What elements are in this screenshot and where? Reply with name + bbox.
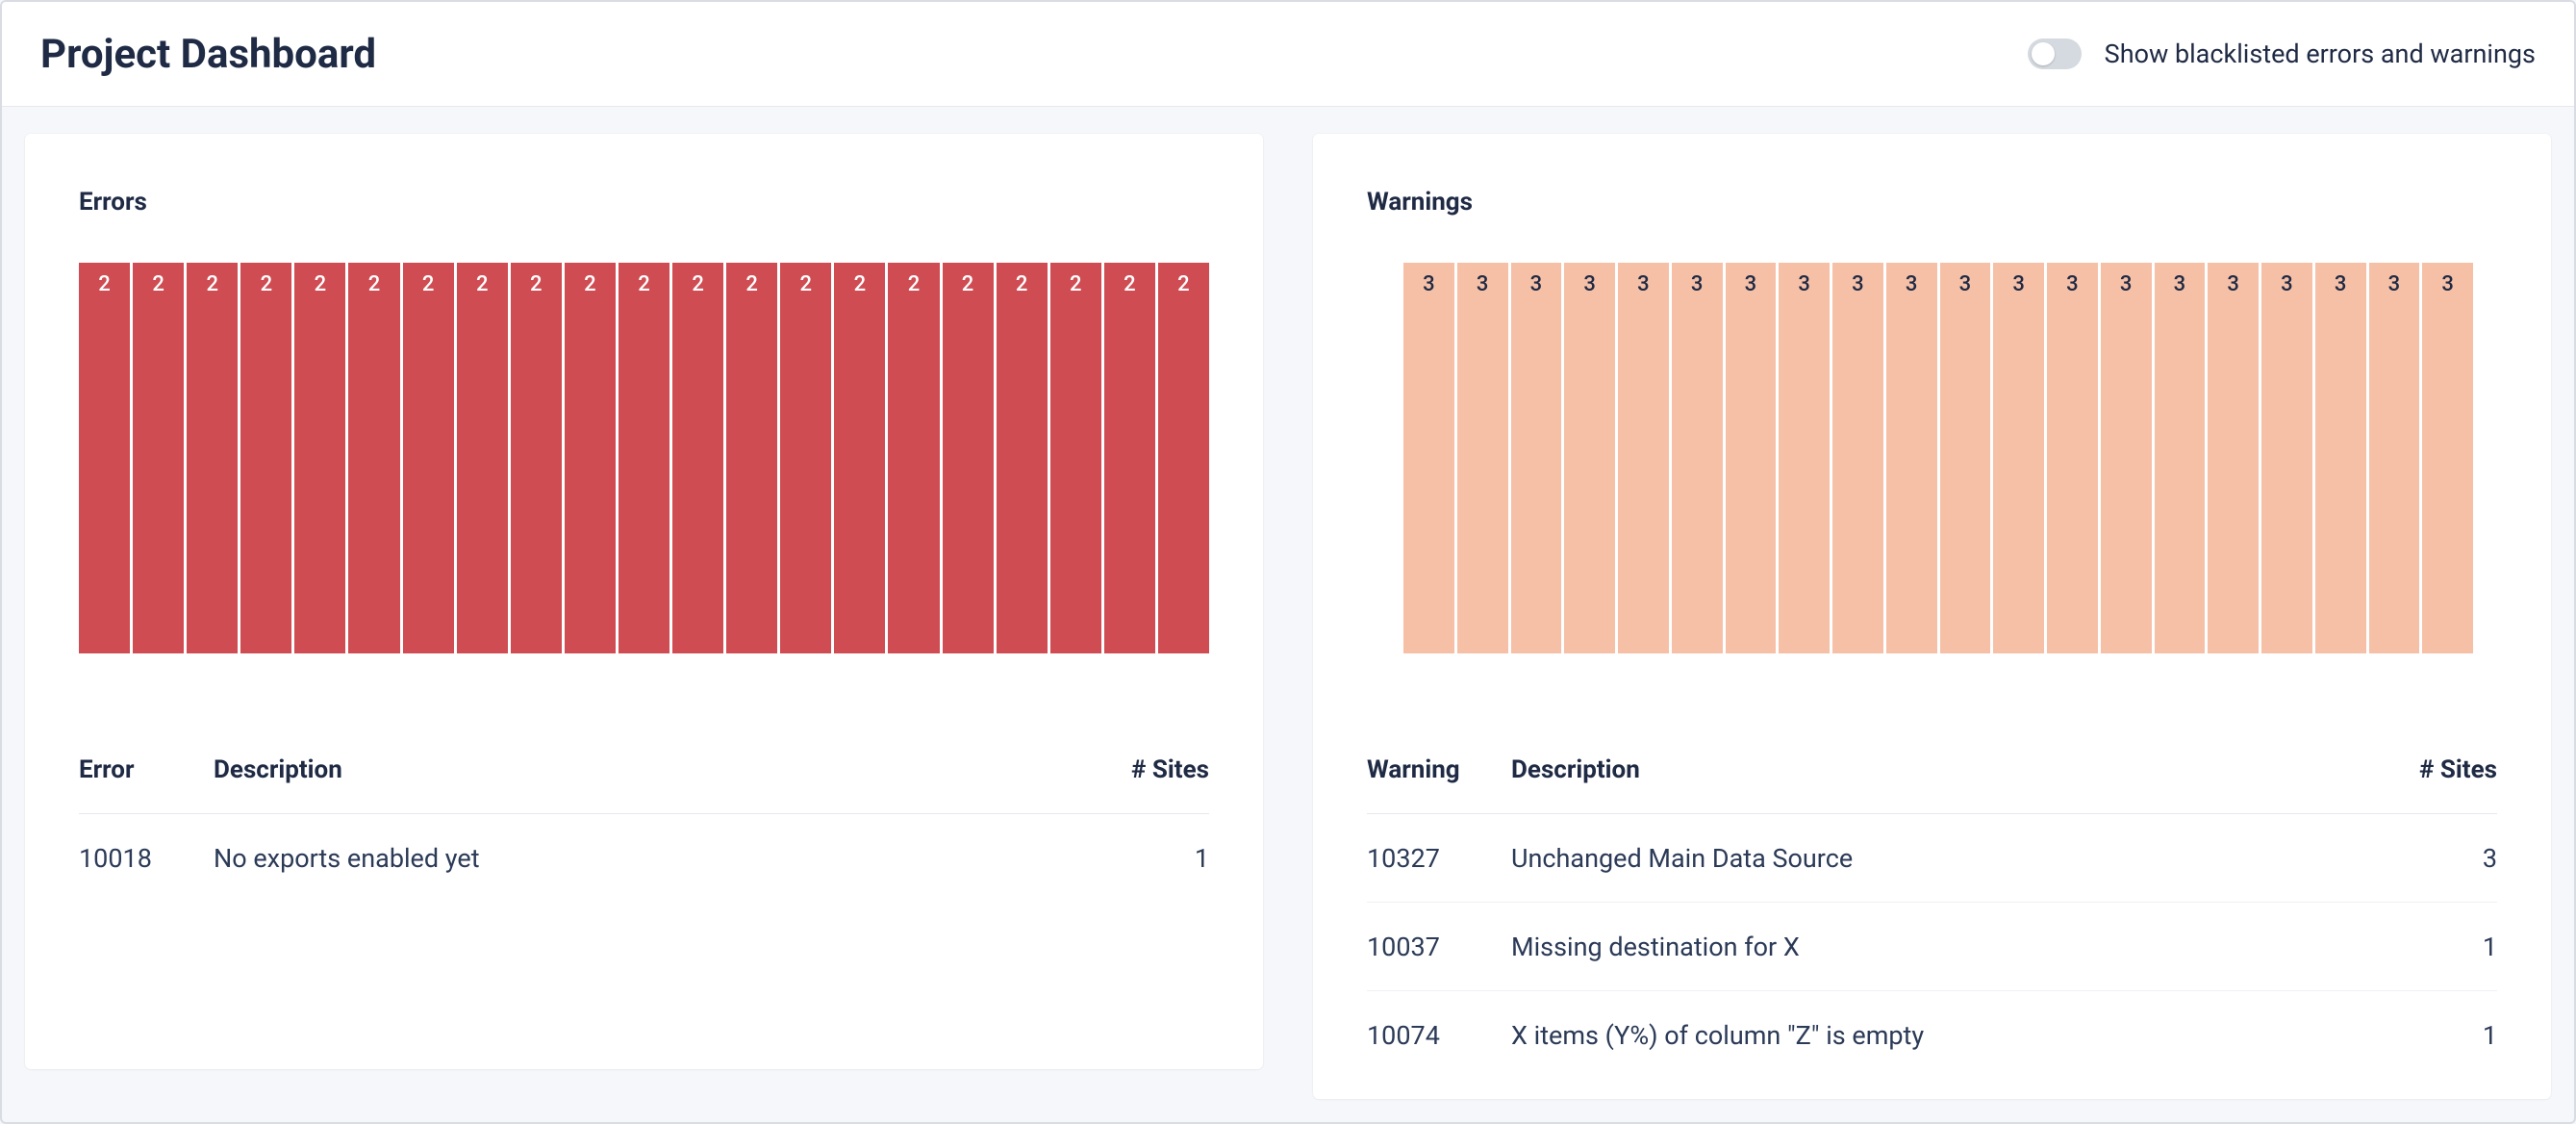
warnings-chart-bar[interactable]: 3 [1564,263,1615,653]
warning-description: X items (Y%) of column "Z" is empty [1511,1020,2362,1051]
errors-chart-bar[interactable]: 2 [1104,263,1155,653]
warnings-chart-bar[interactable]: 3 [1726,263,1777,653]
table-row[interactable]: 10037Missing destination for X1 [1367,903,2497,991]
errors-chart-bar[interactable]: 2 [888,263,939,653]
warnings-chart-bar[interactable]: 3 [2208,263,2259,653]
errors-chart-bar[interactable]: 2 [997,263,1048,653]
errors-chart-bar[interactable]: 2 [834,263,885,653]
errors-chart-bar[interactable]: 2 [294,263,345,653]
warnings-chart-bar[interactable]: 3 [2369,263,2420,653]
warnings-chart-bar[interactable]: 3 [1457,263,1508,653]
error-id: 10018 [79,843,214,874]
errors-chart-bar[interactable]: 2 [348,263,399,653]
errors-chart-bar[interactable]: 2 [780,263,831,653]
warnings-chart-bar[interactable]: 3 [1672,263,1723,653]
warning-sites: 1 [2362,1020,2497,1051]
col-header-error-desc: Description [214,755,1074,784]
errors-chart-bar[interactable]: 2 [457,263,508,653]
warnings-table: Warning Description # Sites 10327Unchang… [1367,755,2497,1080]
warnings-chart-bar[interactable]: 3 [1886,263,1937,653]
warnings-chart-bar[interactable]: 3 [1779,263,1830,653]
col-header-warning-desc: Description [1511,755,2362,784]
blacklist-toggle[interactable] [2028,38,2082,69]
dashboard-frame: Project Dashboard Show blacklisted error… [0,0,2576,1124]
warnings-panel: Warnings 33333333333333333333 Warning De… [1313,134,2551,1099]
error-description: No exports enabled yet [214,843,1074,874]
errors-chart-bar[interactable]: 2 [79,263,130,653]
top-bar: Project Dashboard Show blacklisted error… [2,2,2574,107]
warnings-chart-bar[interactable]: 3 [2261,263,2312,653]
warning-description: Missing destination for X [1511,932,2362,962]
table-row[interactable]: 10074X items (Y%) of column "Z" is empty… [1367,991,2497,1080]
errors-chart-bar[interactable]: 2 [672,263,723,653]
errors-chart-bar[interactable]: 2 [187,263,238,653]
errors-table: Error Description # Sites 10018No export… [79,755,1209,903]
errors-chart-bar[interactable]: 2 [565,263,616,653]
errors-chart-bar[interactable]: 2 [943,263,994,653]
errors-chart-bar[interactable]: 2 [1158,263,1209,653]
blacklist-toggle-label: Show blacklisted errors and warnings [2105,38,2536,69]
errors-chart-bar[interactable]: 2 [403,263,454,653]
errors-chart-bar[interactable]: 2 [726,263,777,653]
table-row[interactable]: 10327Unchanged Main Data Source3 [1367,814,2497,903]
warning-id: 10074 [1367,1020,1511,1051]
warnings-chart: 33333333333333333333 [1367,263,2497,653]
errors-chart-bar[interactable]: 2 [511,263,562,653]
col-header-error-sites: # Sites [1074,755,1209,784]
warnings-chart-bar[interactable]: 3 [2101,263,2152,653]
warnings-chart-bar[interactable]: 3 [1993,263,2044,653]
error-sites: 1 [1074,843,1209,874]
blacklist-toggle-wrap: Show blacklisted errors and warnings [2028,38,2536,69]
warnings-chart-bar[interactable]: 3 [2422,263,2473,653]
content-area: Errors 222222222222222222222 Error Descr… [2,107,2574,1122]
table-row[interactable]: 10018No exports enabled yet1 [79,814,1209,903]
errors-panel: Errors 222222222222222222222 Error Descr… [25,134,1263,1069]
warning-sites: 3 [2362,843,2497,874]
warnings-panel-title: Warnings [1367,188,2497,217]
errors-chart: 222222222222222222222 [79,263,1209,653]
errors-table-header: Error Description # Sites [79,755,1209,814]
warnings-chart-bar[interactable]: 3 [1618,263,1669,653]
warning-sites: 1 [2362,932,2497,962]
warning-id: 10037 [1367,932,1511,962]
col-header-error-id: Error [79,755,214,784]
warnings-table-header: Warning Description # Sites [1367,755,2497,814]
col-header-warning-sites: # Sites [2362,755,2497,784]
warnings-chart-bar[interactable]: 3 [2315,263,2366,653]
errors-chart-bar[interactable]: 2 [619,263,669,653]
warnings-chart-bar[interactable]: 3 [2155,263,2206,653]
errors-chart-bar[interactable]: 2 [240,263,291,653]
warnings-chart-bar[interactable]: 3 [1940,263,1991,653]
toggle-knob [2032,42,2055,65]
warnings-chart-bar[interactable]: 3 [1403,263,1454,653]
warnings-chart-bar[interactable]: 3 [1511,263,1562,653]
warning-description: Unchanged Main Data Source [1511,843,2362,874]
errors-chart-bar[interactable]: 2 [1050,263,1101,653]
warnings-chart-bar[interactable]: 3 [1832,263,1883,653]
warning-id: 10327 [1367,843,1511,874]
warnings-chart-bar[interactable]: 3 [2047,263,2098,653]
errors-chart-bar[interactable]: 2 [133,263,184,653]
page-title: Project Dashboard [40,31,376,78]
errors-panel-title: Errors [79,188,1209,217]
col-header-warning-id: Warning [1367,755,1511,784]
